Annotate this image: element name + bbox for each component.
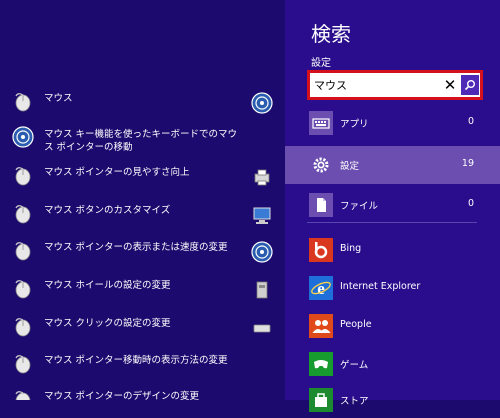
category-settings[interactable]: 設定 19 <box>285 146 500 184</box>
result-item-mouse-keys[interactable]: マウス キー機能を使ったキーボードでのマウス ポインターの移動 <box>12 126 242 154</box>
touchpad-icon[interactable] <box>251 317 273 339</box>
clear-icon[interactable]: ✕ <box>440 75 460 95</box>
category-files[interactable]: ファイル 0 <box>285 186 500 224</box>
result-label: マウス ボタンのカスタマイズ <box>44 205 171 216</box>
ease-of-access-icon[interactable] <box>251 241 273 263</box>
category-label: アプリ <box>340 119 369 130</box>
result-item-wheel[interactable]: マウス ホイールの設定の変更 <box>12 279 242 299</box>
result-item-pointer-visibility[interactable]: マウス ポインターの見やすさ向上 <box>12 166 242 186</box>
result-label: マウス ポインターの見やすさ向上 <box>44 167 190 178</box>
mouse-icon <box>15 205 31 224</box>
mouse-icon <box>15 318 31 337</box>
result-label: マウス ポインターのデザインの変更 <box>44 391 200 400</box>
search-input[interactable] <box>314 73 432 97</box>
app-label: Internet Explorer <box>340 281 421 292</box>
app-label: Bing <box>340 243 362 254</box>
app-bing[interactable]: Bing <box>285 232 500 268</box>
bing-icon <box>309 238 333 262</box>
app-internet-explorer[interactable]: e Internet Explorer <box>285 270 500 306</box>
result-label: マウス <box>44 93 73 104</box>
settings-gear-icon <box>309 153 333 177</box>
result-label: マウス クリックの設定の変更 <box>44 318 171 329</box>
apps-keyboard-icon <box>309 111 333 135</box>
app-people[interactable]: People <box>285 308 500 344</box>
mouse-icon <box>15 167 31 186</box>
store-icon <box>309 388 333 412</box>
games-icon <box>309 352 333 376</box>
category-count: 0 <box>467 116 474 127</box>
internet-explorer-icon: e <box>309 276 333 300</box>
file-icon <box>309 193 333 217</box>
category-count: 0 <box>467 198 474 209</box>
category-label: ファイル <box>340 201 379 212</box>
ease-of-access-icon <box>12 126 34 148</box>
ease-of-access-icon[interactable] <box>251 92 273 114</box>
search-scope-label: 設定 <box>311 58 331 69</box>
result-label: マウス ポインター移動時の表示方法の変更 <box>44 355 228 366</box>
mouse-icon <box>15 93 31 112</box>
app-label: ストア <box>340 396 369 407</box>
result-label: マウス キー機能を使ったキーボードでのマウス ポインターの移動 <box>44 129 238 153</box>
app-games[interactable]: ゲーム <box>285 346 500 382</box>
app-label: ゲーム <box>340 360 369 371</box>
result-label: マウス ホイールの設定の変更 <box>44 280 171 291</box>
category-label: 設定 <box>340 161 360 172</box>
search-box[interactable]: ✕ <box>307 70 483 100</box>
people-icon <box>309 314 333 338</box>
category-apps[interactable]: アプリ 0 <box>285 104 500 142</box>
svg-text:e: e <box>317 279 325 298</box>
result-item-pointer-speed[interactable]: マウス ポインターの表示または速度の変更 <box>12 241 242 261</box>
app-store[interactable]: ストア <box>285 382 500 418</box>
mouse-icon <box>15 242 31 261</box>
result-label: マウス ポインターの表示または速度の変更 <box>44 242 228 253</box>
devices-printers-icon[interactable] <box>251 166 273 188</box>
search-results-area: マウス マウス キー機能を使ったキーボードでのマウス ポインターの移動 マウス … <box>0 0 285 400</box>
pane-title: 検索 <box>311 22 351 46</box>
search-button[interactable] <box>461 75 479 95</box>
mouse-icon <box>15 391 31 400</box>
network-icon[interactable] <box>251 204 273 226</box>
search-pane: 検索 設定 ✕ アプリ 0 設定 19 <box>285 0 500 412</box>
system-device-icon[interactable] <box>251 279 273 301</box>
mouse-icon <box>15 355 31 374</box>
category-count: 19 <box>461 158 474 169</box>
result-item-mouse[interactable]: マウス <box>12 92 242 112</box>
app-label: People <box>340 319 372 330</box>
result-item-button-customize[interactable]: マウス ボタンのカスタマイズ <box>12 204 242 224</box>
result-item-pointer-trail[interactable]: マウス ポインター移動時の表示方法の変更 <box>12 354 242 374</box>
divider <box>307 222 477 223</box>
mouse-icon <box>15 280 31 299</box>
result-item-pointer-design[interactable]: マウス ポインターのデザインの変更 <box>12 390 242 400</box>
search-icon <box>464 80 475 91</box>
result-item-click[interactable]: マウス クリックの設定の変更 <box>12 317 242 337</box>
